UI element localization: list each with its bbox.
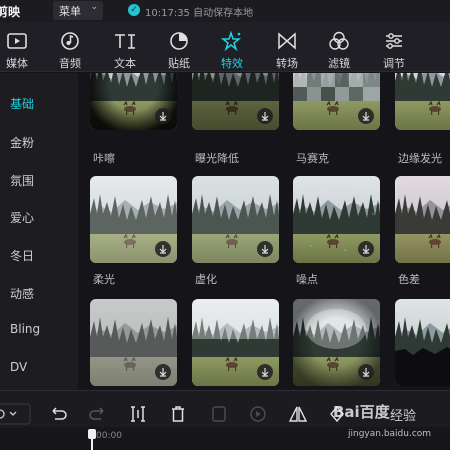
tab-sticker[interactable]: 贴纸 <box>153 22 205 72</box>
tab-filter[interactable]: 滤镜 <box>313 22 365 72</box>
tab-audio[interactable]: 音频 <box>44 22 96 72</box>
menu-label: 菜单 <box>59 5 81 18</box>
tab-text[interactable]: 文本 <box>99 22 151 72</box>
effect-label: 虚化 <box>195 273 217 286</box>
effect-label: 曝光降低 <box>195 152 239 165</box>
effect-label: 柔光 <box>93 273 115 286</box>
download-icon[interactable] <box>358 364 374 380</box>
download-icon[interactable] <box>257 108 273 124</box>
watermark-url: jingyan.baidu.com <box>348 429 432 439</box>
download-icon[interactable] <box>257 241 273 257</box>
category-dv[interactable]: DV <box>10 360 27 374</box>
main-toolbar: 媒体 音频 文本 贴纸 特效 转场 滤镜 调节 <box>0 22 450 72</box>
tab-media[interactable]: 媒体 <box>0 22 43 72</box>
crop-icon[interactable] <box>208 403 230 425</box>
transition-icon <box>261 31 313 51</box>
effect-tile-kacha[interactable] <box>90 73 177 130</box>
redo-icon[interactable] <box>86 403 108 425</box>
download-icon[interactable] <box>155 241 171 257</box>
category-atmosphere[interactable]: 氛围 <box>10 172 34 189</box>
download-icon[interactable] <box>358 241 374 257</box>
effect-tile-edge-glow[interactable] <box>395 73 450 130</box>
effect-label: 色差 <box>398 273 420 286</box>
mirror-icon[interactable] <box>287 403 309 425</box>
sticker-icon <box>153 31 205 51</box>
play-reverse-icon[interactable] <box>247 403 269 425</box>
tab-effects[interactable]: 特效 <box>206 22 258 72</box>
filter-icon <box>313 31 365 51</box>
menu-button[interactable]: 菜单 ⌄ <box>53 1 103 20</box>
download-icon[interactable] <box>358 108 374 124</box>
playhead-line <box>91 437 93 450</box>
timecode: 00:00 <box>96 431 122 441</box>
category-gold-powder[interactable]: 金粉 <box>10 134 34 151</box>
effect-tile-haze[interactable] <box>192 299 279 386</box>
effect-tile-chromatic[interactable] <box>395 176 450 263</box>
effect-tile-exposure-lower[interactable] <box>192 73 279 130</box>
effect-tile-vignette-bright[interactable] <box>293 299 380 386</box>
effect-tile-tear[interactable] <box>395 299 450 386</box>
chevron-down-icon: ⌄ <box>90 2 98 12</box>
effects-icon <box>206 31 258 51</box>
title-bar: 剪映 菜单 ⌄ ✓ 10:17:35 自动保存本地 <box>0 0 450 22</box>
check-icon: ✓ <box>128 4 140 16</box>
tab-transition[interactable]: 转场 <box>261 22 313 72</box>
category-bling[interactable]: Bling <box>10 322 40 336</box>
effect-tile-mosaic[interactable] <box>293 73 380 130</box>
delete-icon[interactable] <box>167 403 189 425</box>
download-icon[interactable] <box>257 364 273 380</box>
effect-tile-soft-light[interactable] <box>90 176 177 263</box>
tab-adjust[interactable]: 调节 <box>368 22 420 72</box>
effect-label: 马赛克 <box>296 152 329 165</box>
app-title: 剪映 <box>0 5 21 19</box>
download-icon[interactable] <box>155 364 171 380</box>
effects-grid: 咔嚓 曝光降低 马赛克 边缘发光 柔光 虚化 噪点 色差 <box>78 73 450 390</box>
adjust-icon <box>368 31 420 51</box>
category-heart[interactable]: 爱心 <box>10 209 34 226</box>
effect-tile-blur[interactable] <box>192 176 279 263</box>
category-winter[interactable]: 冬日 <box>10 247 34 264</box>
effect-tile-black-white[interactable] <box>90 299 177 386</box>
media-icon <box>0 31 43 51</box>
effect-category-sidebar: 基础 金粉 氛围 爱心 冬日 动感 Bling DV <box>0 73 78 390</box>
audio-icon <box>44 31 96 51</box>
text-icon <box>99 31 151 51</box>
split-icon[interactable] <box>127 403 149 425</box>
category-dynamic[interactable]: 动感 <box>10 285 34 302</box>
clip-menu-dropdown[interactable] <box>0 403 31 425</box>
effect-label: 边缘发光 <box>398 152 442 165</box>
baidu-watermark-logo: Bai百度 <box>333 403 390 421</box>
category-basic[interactable]: 基础 <box>10 95 34 112</box>
undo-icon[interactable] <box>48 403 70 425</box>
autosave-status: 10:17:35 自动保存本地 <box>145 8 254 19</box>
effect-label: 噪点 <box>296 273 318 286</box>
download-icon[interactable] <box>155 108 171 124</box>
effect-label: 咔嚓 <box>93 152 115 165</box>
watermark-text: 经验 <box>390 409 417 424</box>
effect-tile-noise[interactable] <box>293 176 380 263</box>
